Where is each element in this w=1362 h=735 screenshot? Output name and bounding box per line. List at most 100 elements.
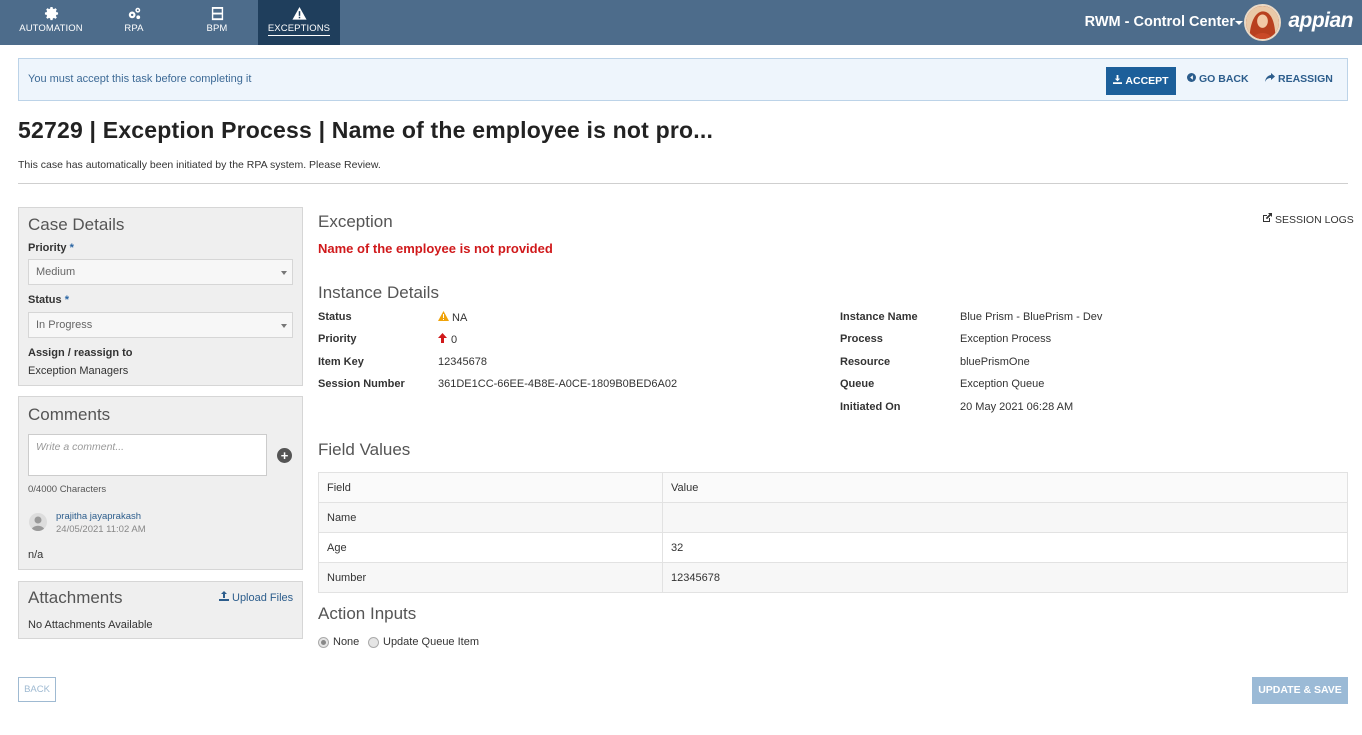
priority-detail-value: 0: [438, 333, 457, 346]
comments-panel: Comments Write a comment... + 0/4000 Cha…: [18, 396, 303, 570]
instance-details-title: Instance Details: [318, 283, 439, 302]
session-logs-label: SESSION LOGS: [1275, 213, 1354, 226]
top-nav-bar: AUTOMATION RPA BPM EXCEPTIONS RWM - Cont…: [0, 0, 1362, 45]
status-label: Status *: [28, 294, 69, 306]
avatar: [29, 513, 47, 531]
tab-exceptions[interactable]: EXCEPTIONS: [258, 0, 340, 45]
reassign-label: REASSIGN: [1278, 73, 1333, 85]
page-subtitle: This case has automatically been initiat…: [18, 159, 381, 171]
queue-label: Queue: [840, 378, 875, 390]
table-cell: Number: [318, 562, 663, 593]
required-mark: *: [69, 242, 74, 254]
assign-label: Assign / reassign to: [28, 347, 133, 359]
user-avatar[interactable]: [1244, 4, 1281, 41]
process-label: Process: [840, 333, 883, 345]
item-key-label: Item Key: [318, 356, 364, 368]
gears-icon: [93, 0, 175, 22]
priority-detail-label: Priority: [318, 333, 357, 345]
accept-button[interactable]: ACCEPT: [1106, 67, 1176, 95]
app-title[interactable]: RWM - Control Center: [1085, 14, 1235, 30]
radio-update-queue-item[interactable]: Update Queue Item: [368, 636, 479, 648]
table-cell: Name: [318, 502, 663, 533]
chevron-down-icon: [281, 324, 287, 328]
upload-icon: [219, 591, 229, 604]
comment-text: n/a: [28, 549, 44, 561]
comment-author[interactable]: prajitha jayaprakash: [56, 511, 141, 522]
field-values-table: Field Value Name Age 32 Number 12345678: [318, 472, 1348, 593]
exception-title: Exception: [318, 212, 393, 231]
process-value: Exception Process: [960, 333, 1052, 345]
attachments-title: Attachments: [28, 588, 123, 607]
upload-files-label: Upload Files: [232, 591, 294, 604]
banner-message: You must accept this task before complet…: [28, 73, 252, 85]
radio-button-selected[interactable]: [318, 636, 329, 648]
radio-button[interactable]: [368, 636, 379, 648]
field-values-title: Field Values: [318, 440, 411, 459]
initiated-on-label: Initiated On: [840, 401, 901, 413]
appian-logo: appian: [1288, 9, 1353, 32]
case-details-panel: Case Details Priority * Medium Status * …: [18, 207, 303, 386]
warning-icon: [438, 311, 449, 324]
tab-label: EXCEPTIONS: [267, 23, 331, 36]
tab-automation[interactable]: AUTOMATION: [10, 0, 92, 45]
instance-name-label: Instance Name: [840, 311, 918, 323]
char-count: 0/4000 Characters: [28, 484, 107, 495]
table-cell: 32: [662, 532, 1348, 563]
table-cell: [662, 502, 1348, 533]
radio-none[interactable]: None: [318, 636, 359, 648]
status-detail-label: Status: [318, 311, 352, 323]
queue-value: Exception Queue: [960, 378, 1045, 390]
resource-label: Resource: [840, 356, 891, 368]
status-value: In Progress: [36, 319, 93, 331]
accept-label: ACCEPT: [1125, 75, 1169, 87]
arrow-up-icon: [438, 333, 447, 346]
reassign-button[interactable]: REASSIGN: [1265, 73, 1333, 85]
tab-label: BPM: [206, 23, 228, 34]
status-select[interactable]: In Progress: [28, 312, 293, 338]
tab-label: RPA: [124, 23, 144, 34]
go-back-button[interactable]: GO BACK: [1187, 73, 1249, 85]
back-button[interactable]: BACK: [18, 677, 56, 702]
radio-label: Update Queue Item: [383, 636, 480, 648]
table-cell: Age: [318, 532, 663, 563]
accept-task-banner: You must accept this task before complet…: [18, 58, 1348, 101]
chevron-down-icon: [281, 271, 287, 275]
attachments-panel: Attachments Upload Files No Attachments …: [18, 581, 303, 639]
priority-select[interactable]: Medium: [28, 259, 293, 285]
session-logs-link[interactable]: SESSION LOGS: [1262, 213, 1354, 226]
comment-input[interactable]: Write a comment...: [28, 434, 267, 476]
download-icon: [1113, 75, 1123, 87]
table-header-row: Field Value: [318, 472, 1348, 503]
comment-timestamp: 24/05/2021 11:02 AM: [56, 524, 146, 535]
exception-message: Name of the employee is not provided: [318, 241, 553, 256]
upload-files-link[interactable]: Upload Files: [219, 591, 293, 604]
update-save-button[interactable]: UPDATE & SAVE: [1252, 677, 1348, 704]
go-back-label: GO BACK: [1199, 73, 1249, 85]
priority-value: Medium: [36, 266, 76, 278]
tab-bpm[interactable]: BPM: [176, 0, 258, 45]
resource-value: bluePrismOne: [960, 356, 1030, 368]
assign-value: Exception Managers: [28, 365, 129, 377]
session-number-label: Session Number: [318, 378, 405, 390]
share-arrow-icon: [1265, 73, 1275, 85]
required-mark: *: [64, 294, 69, 306]
instance-name-value: Blue Prism - BluePrism - Dev: [960, 311, 1103, 323]
circle-arrow-left-icon: [1187, 73, 1196, 85]
external-link-icon: [1262, 213, 1272, 226]
table-row: Age 32: [318, 532, 1348, 563]
chevron-down-icon[interactable]: [1235, 21, 1243, 25]
page-title: 52729 | Exception Process | Name of the …: [18, 117, 714, 143]
item-key-value: 12345678: [438, 356, 487, 368]
priority-label: Priority *: [28, 242, 74, 254]
warning-icon: [258, 0, 340, 22]
radio-label: None: [333, 636, 360, 648]
comments-title: Comments: [28, 405, 111, 424]
add-comment-button[interactable]: +: [277, 448, 292, 463]
status-detail-value: NA: [438, 311, 467, 324]
table-row: Name: [318, 502, 1348, 533]
gear-icon: [10, 0, 92, 22]
table-cell: 12345678: [662, 562, 1348, 593]
tab-rpa[interactable]: RPA: [93, 0, 175, 45]
action-inputs-title: Action Inputs: [318, 604, 417, 623]
divider: [18, 183, 1348, 184]
